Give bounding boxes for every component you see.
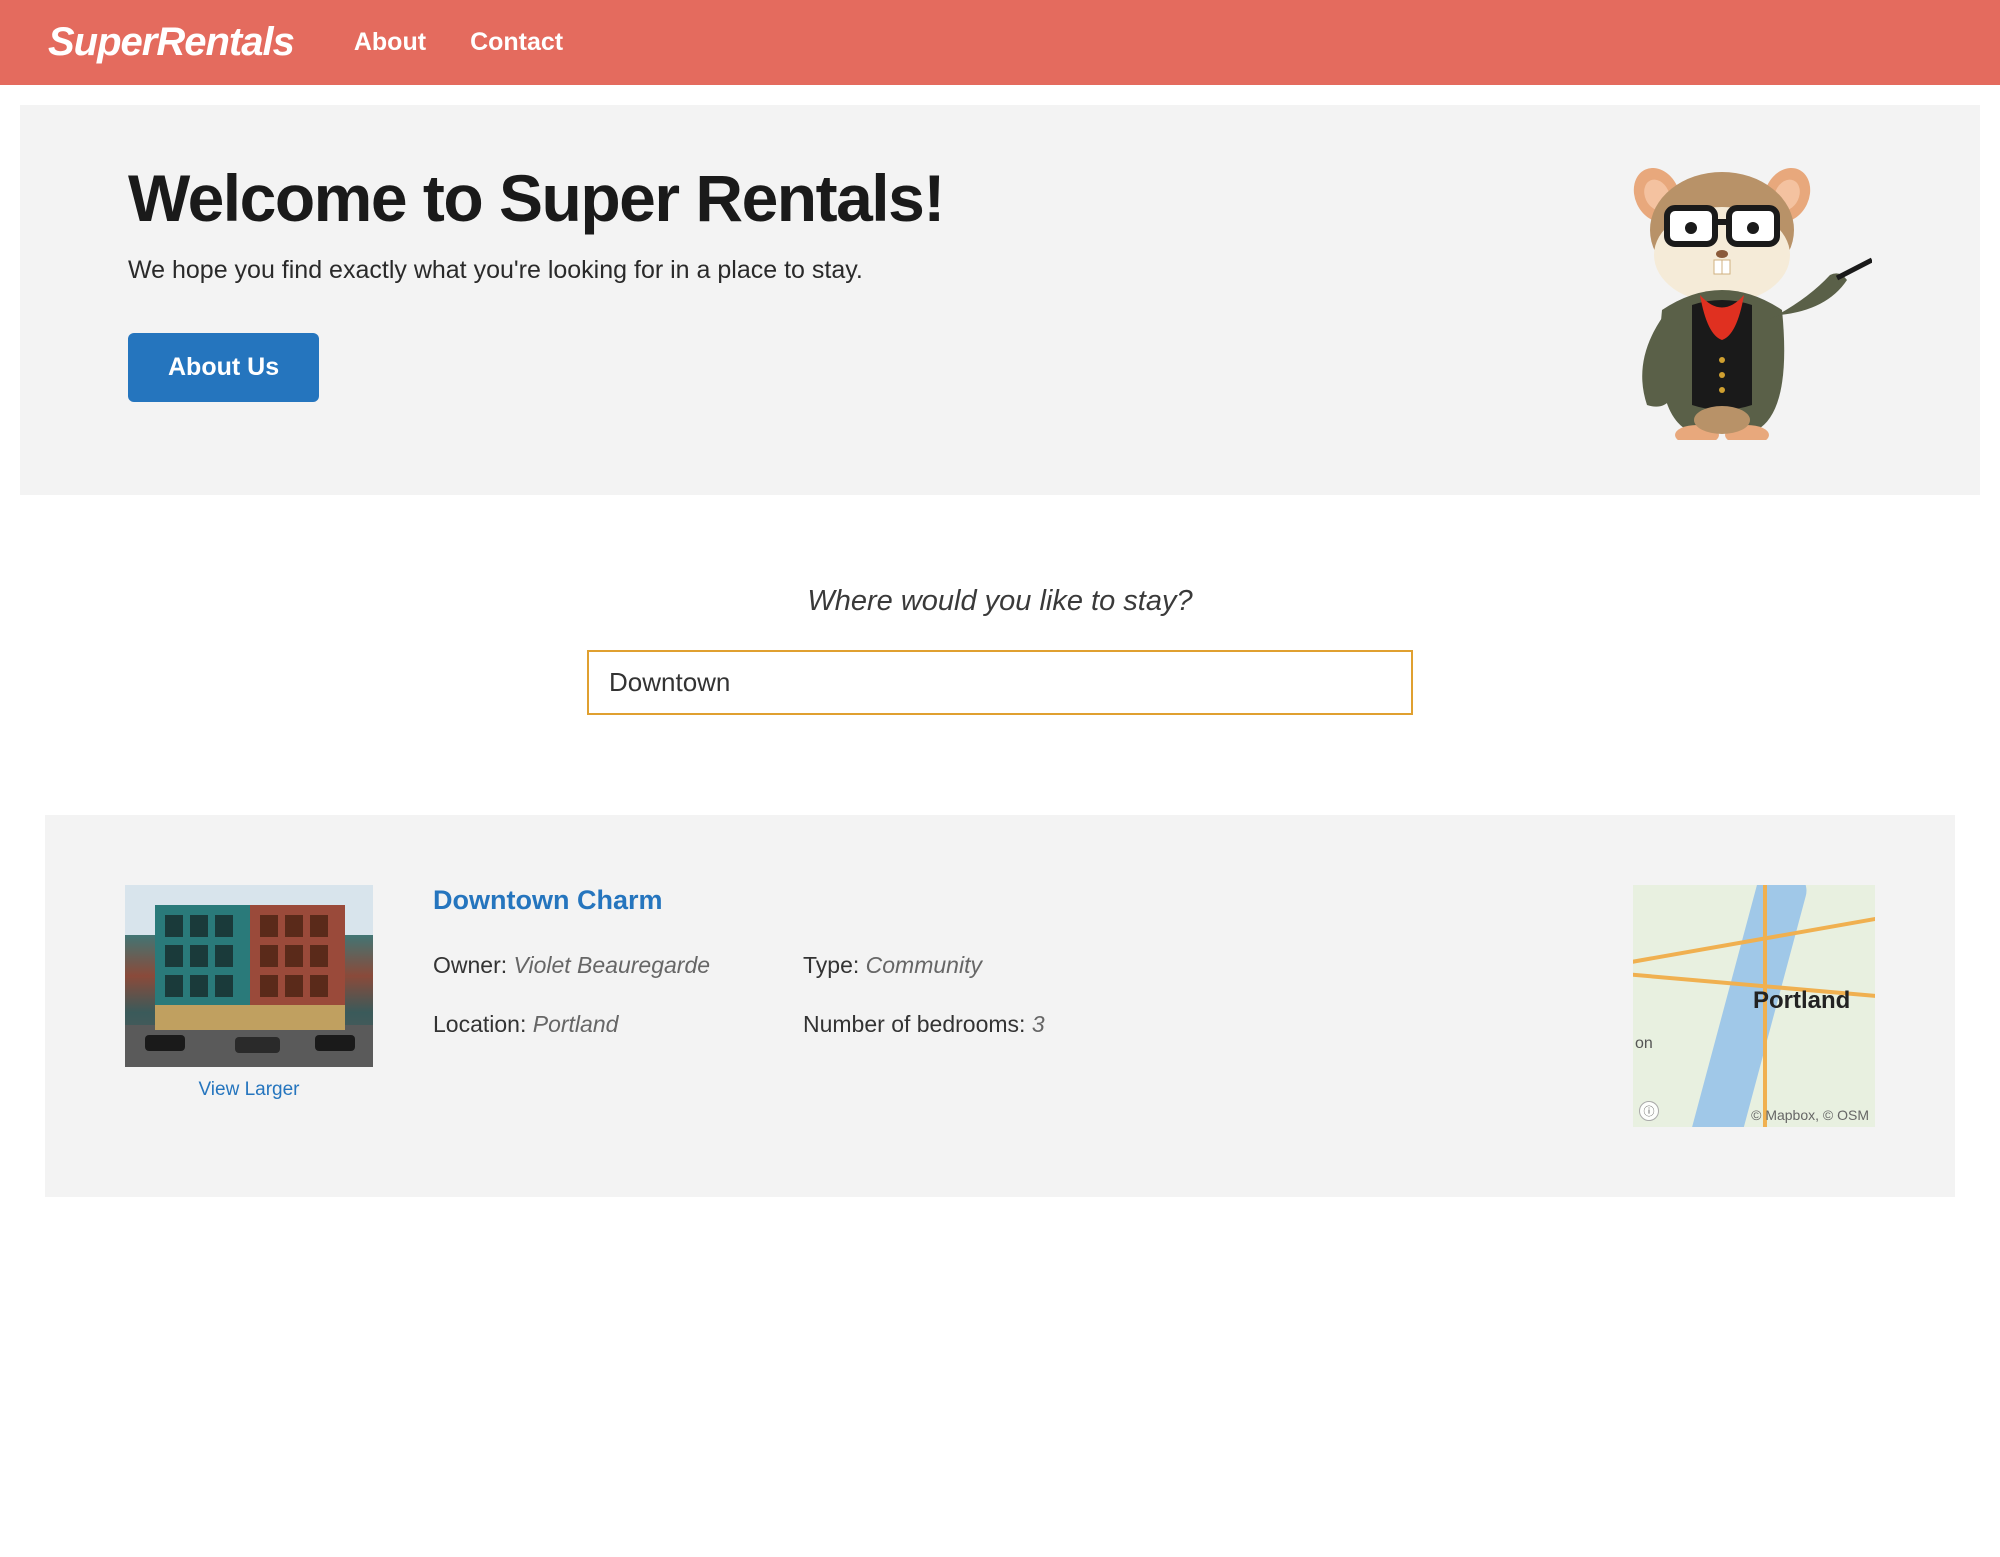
search-input[interactable] xyxy=(587,650,1413,715)
page-heading: Welcome to Super Rentals! xyxy=(128,160,944,236)
jumbo-content: Welcome to Super Rentals! We hope you fi… xyxy=(128,160,944,402)
detail-type: Type: Community xyxy=(803,952,1573,979)
jumbo-section: Welcome to Super Rentals! We hope you fi… xyxy=(20,105,1980,495)
view-larger-link[interactable]: View Larger xyxy=(198,1079,299,1101)
listing-details: Downtown Charm Owner: Violet Beauregarde… xyxy=(433,885,1573,1038)
location-value: Portland xyxy=(533,1011,619,1037)
bedrooms-value: 3 xyxy=(1032,1011,1045,1037)
search-prompt: Where would you like to stay? xyxy=(0,585,2000,618)
mascot-icon xyxy=(1592,160,1872,440)
listing-image[interactable] xyxy=(125,885,373,1067)
about-us-button[interactable]: About Us xyxy=(128,333,319,402)
nav-link-contact[interactable]: Contact xyxy=(470,28,563,57)
type-value: Community xyxy=(866,952,982,978)
owner-value: Violet Beauregarde xyxy=(514,952,711,978)
detail-owner: Owner: Violet Beauregarde xyxy=(433,952,803,979)
detail-location: Location: Portland xyxy=(433,1011,803,1038)
owner-label: Owner: xyxy=(433,952,507,978)
type-label: Type: xyxy=(803,952,859,978)
bedrooms-label: Number of bedrooms: xyxy=(803,1011,1025,1037)
listing-image-wrap: View Larger xyxy=(125,885,373,1101)
search-section: Where would you like to stay? xyxy=(0,515,2000,775)
detail-bedrooms: Number of bedrooms: 3 xyxy=(803,1011,1573,1038)
listing-card: View Larger Downtown Charm Owner: Violet… xyxy=(45,815,1955,1197)
page-tagline: We hope you find exactly what you're loo… xyxy=(128,256,944,285)
listing-grid: Owner: Violet Beauregarde Type: Communit… xyxy=(433,952,1573,1038)
listing-title[interactable]: Downtown Charm xyxy=(433,885,1573,916)
navbar: SuperRentals About Contact xyxy=(0,0,2000,85)
logo[interactable]: SuperRentals xyxy=(48,20,294,65)
map-city-label: Portland xyxy=(1753,987,1850,1015)
map-attribution: © Mapbox, © OSM xyxy=(1751,1107,1869,1123)
nav-links: About Contact xyxy=(354,28,563,57)
location-label: Location: xyxy=(433,1011,526,1037)
map-secondary-label: on xyxy=(1635,1035,1653,1053)
map-info-icon[interactable]: ⓘ xyxy=(1639,1101,1659,1121)
nav-link-about[interactable]: About xyxy=(354,28,426,57)
listing-map[interactable]: Portland on ⓘ © Mapbox, © OSM xyxy=(1633,885,1875,1127)
